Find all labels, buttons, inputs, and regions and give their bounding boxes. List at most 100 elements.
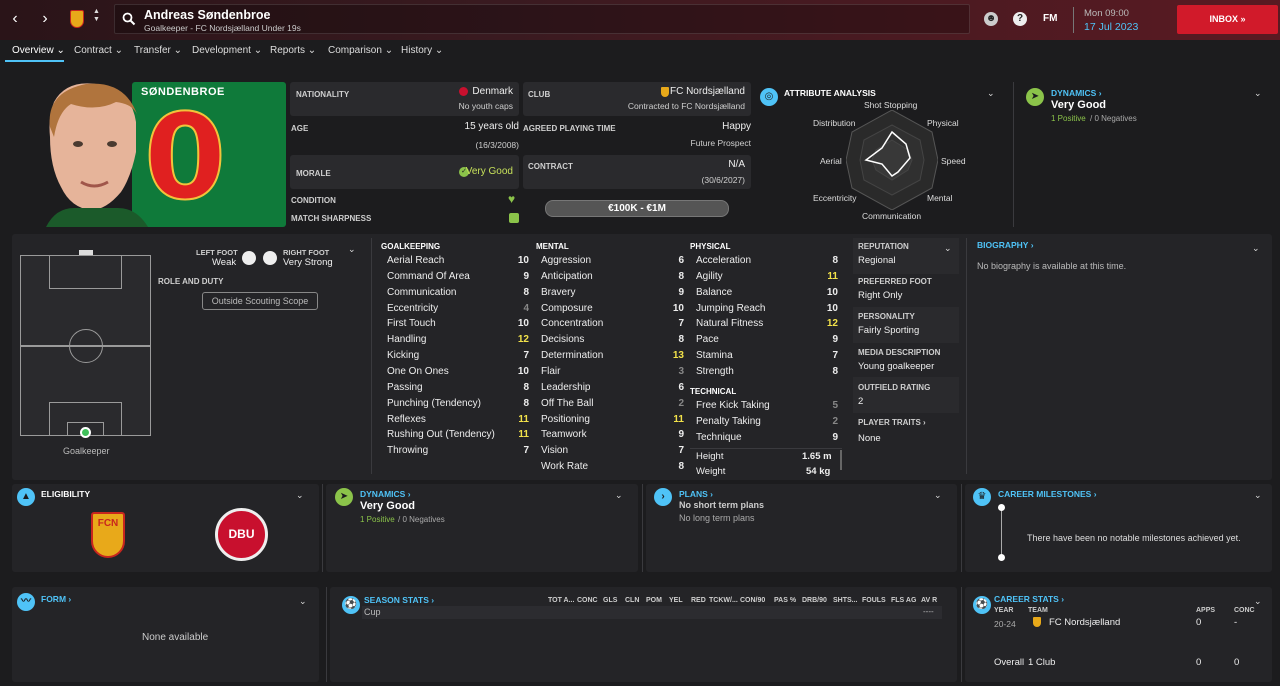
- chevron-down-icon[interactable]: ⌄: [1254, 490, 1262, 501]
- stat-header[interactable]: YEL: [669, 597, 683, 604]
- chevron-updown-icon[interactable]: ▲ ▼: [93, 8, 100, 24]
- club-crest-icon[interactable]: [70, 10, 84, 28]
- attribute-row[interactable]: Command Of Area 9: [387, 271, 529, 287]
- attribute-row[interactable]: Anticipation 8: [541, 271, 684, 287]
- scouting-scope-button[interactable]: Outside Scouting Scope: [202, 292, 318, 310]
- attribute-row[interactable]: Flair 3: [541, 366, 684, 382]
- attribute-row[interactable]: Reflexes 11: [387, 414, 529, 430]
- scrollbar[interactable]: [840, 450, 842, 470]
- stat-header[interactable]: AV R: [921, 597, 937, 604]
- tab-transfer[interactable]: Transfer ⌄: [134, 45, 182, 56]
- chevron-down-icon[interactable]: ⌄: [1252, 243, 1260, 254]
- chevron-down-icon[interactable]: ⌄: [987, 88, 995, 99]
- stat-header[interactable]: FOULS: [862, 597, 886, 604]
- attribute-row[interactable]: Decisions 8: [541, 334, 684, 350]
- attribute-row[interactable]: Work Rate 8: [541, 461, 684, 477]
- attribute-row[interactable]: Handling 12: [387, 334, 529, 350]
- attribute-row[interactable]: Free Kick Taking 5: [696, 400, 838, 416]
- attribute-row[interactable]: Communication 8: [387, 287, 529, 303]
- help-icon[interactable]: ?: [1013, 12, 1027, 26]
- plans-link[interactable]: PLANS ›: [679, 489, 713, 499]
- attribute-row[interactable]: Natural Fitness 12: [696, 318, 838, 334]
- chevron-down-icon[interactable]: ⌄: [615, 490, 623, 501]
- attribute-row[interactable]: Throwing 7: [387, 445, 529, 461]
- attribute-row[interactable]: Aerial Reach 10: [387, 255, 529, 271]
- value-range-bar[interactable]: €100K - €1M: [545, 200, 729, 217]
- col-header[interactable]: YEAR: [994, 607, 1013, 614]
- back-icon[interactable]: ‹: [7, 10, 23, 28]
- fm-menu-button[interactable]: FM: [1043, 13, 1057, 24]
- attribute-row[interactable]: Composure 10: [541, 303, 684, 319]
- attribute-row[interactable]: Jumping Reach 10: [696, 303, 838, 319]
- dynamics-link[interactable]: DYNAMICS ›: [1051, 88, 1102, 98]
- chevron-down-icon[interactable]: ⌄: [934, 490, 942, 501]
- attribute-row[interactable]: Kicking 7: [387, 350, 529, 366]
- attribute-row[interactable]: Agility 11: [696, 271, 838, 287]
- tab-contract[interactable]: Contract ⌄: [74, 45, 123, 56]
- stat-header[interactable]: GLS: [603, 597, 617, 604]
- chevron-down-icon[interactable]: ⌄: [1254, 88, 1262, 99]
- tab-reports[interactable]: Reports ⌄: [270, 45, 316, 56]
- inbox-button[interactable]: INBOX »: [1177, 5, 1278, 34]
- chevron-down-icon[interactable]: ⌄: [1254, 596, 1262, 607]
- chevron-down-icon[interactable]: ⌄: [944, 243, 952, 254]
- stat-header[interactable]: SHTS...: [833, 597, 858, 604]
- stat-header[interactable]: PAS %: [774, 597, 796, 604]
- attribute-row[interactable]: One On Ones 10: [387, 366, 529, 382]
- morale-value[interactable]: Very Good: [466, 166, 513, 177]
- attribute-row[interactable]: Acceleration 8: [696, 255, 838, 271]
- table-row[interactable]: [362, 606, 942, 619]
- club-value[interactable]: FC Nordsjælland: [670, 86, 745, 97]
- attribute-row[interactable]: Bravery 9: [541, 287, 684, 303]
- career-stats-link[interactable]: CAREER STATS ›: [994, 594, 1064, 604]
- col-header[interactable]: CONC: [1234, 607, 1255, 614]
- attribute-row[interactable]: Passing 8: [387, 382, 529, 398]
- attribute-row[interactable]: Vision 7: [541, 445, 684, 461]
- attribute-row[interactable]: Penalty Taking 2: [696, 416, 838, 432]
- stat-header[interactable]: CLN: [625, 597, 639, 604]
- stat-header[interactable]: CONC: [577, 597, 598, 604]
- chevron-down-icon[interactable]: ⌄: [296, 490, 304, 501]
- season-stats-link[interactable]: SEASON STATS ›: [364, 595, 434, 605]
- tab-history[interactable]: History ⌄: [401, 45, 443, 56]
- attribute-row[interactable]: Leadership 6: [541, 382, 684, 398]
- attribute-row[interactable]: Rushing Out (Tendency) 11: [387, 429, 529, 445]
- attribute-row[interactable]: Teamwork 9: [541, 429, 684, 445]
- dynamics-link[interactable]: DYNAMICS ›: [360, 489, 411, 499]
- dbu-crest-icon[interactable]: DBU: [215, 508, 268, 561]
- chevron-down-icon[interactable]: ⌄: [348, 244, 356, 255]
- game-date[interactable]: 17 Jul 2023: [1084, 21, 1138, 33]
- attribute-row[interactable]: Pace 9: [696, 334, 838, 350]
- stat-header[interactable]: TOT A...: [548, 597, 574, 604]
- forward-icon[interactable]: ›: [37, 10, 53, 28]
- fcn-crest-icon[interactable]: FCN: [91, 512, 125, 558]
- nationality-value[interactable]: Denmark: [472, 86, 513, 97]
- attribute-row[interactable]: Punching (Tendency) 8: [387, 398, 529, 414]
- attribute-row[interactable]: Stamina 7: [696, 350, 838, 366]
- attribute-row[interactable]: Positioning 11: [541, 414, 684, 430]
- stat-header[interactable]: DRB/90: [802, 597, 827, 604]
- attribute-row[interactable]: Off The Ball 2: [541, 398, 684, 414]
- biography-link[interactable]: BIOGRAPHY ›: [977, 240, 1034, 250]
- milestones-link[interactable]: CAREER MILESTONES ›: [998, 489, 1097, 499]
- attribute-row[interactable]: First Touch 10: [387, 318, 529, 334]
- tab-overview[interactable]: Overview ⌄: [12, 45, 65, 56]
- player-traits-link[interactable]: PLAYER TRAITS ›: [858, 418, 926, 427]
- attribute-row[interactable]: Eccentricity 4: [387, 303, 529, 319]
- col-header[interactable]: TEAM: [1028, 607, 1048, 614]
- attribute-row[interactable]: Determination 13: [541, 350, 684, 366]
- player-search-bar[interactable]: Andreas Søndenbroe Goalkeeper - FC Nords…: [114, 4, 970, 34]
- attribute-row[interactable]: Technique 9: [696, 432, 838, 448]
- stat-header[interactable]: FLS AG: [891, 597, 916, 604]
- stat-header[interactable]: RED: [691, 597, 706, 604]
- stat-header[interactable]: POM: [646, 597, 662, 604]
- career-team[interactable]: FC Nordsjælland: [1049, 617, 1120, 628]
- attribute-row[interactable]: Strength 8: [696, 366, 838, 382]
- form-link[interactable]: FORM ›: [41, 594, 71, 604]
- skull-icon[interactable]: ☻: [984, 12, 998, 26]
- col-header[interactable]: APPS: [1196, 607, 1215, 614]
- chevron-down-icon[interactable]: ⌄: [299, 596, 307, 607]
- tab-development[interactable]: Development ⌄: [192, 45, 262, 56]
- attribute-row[interactable]: Balance 10: [696, 287, 838, 303]
- stat-header[interactable]: TCKW/...: [709, 597, 738, 604]
